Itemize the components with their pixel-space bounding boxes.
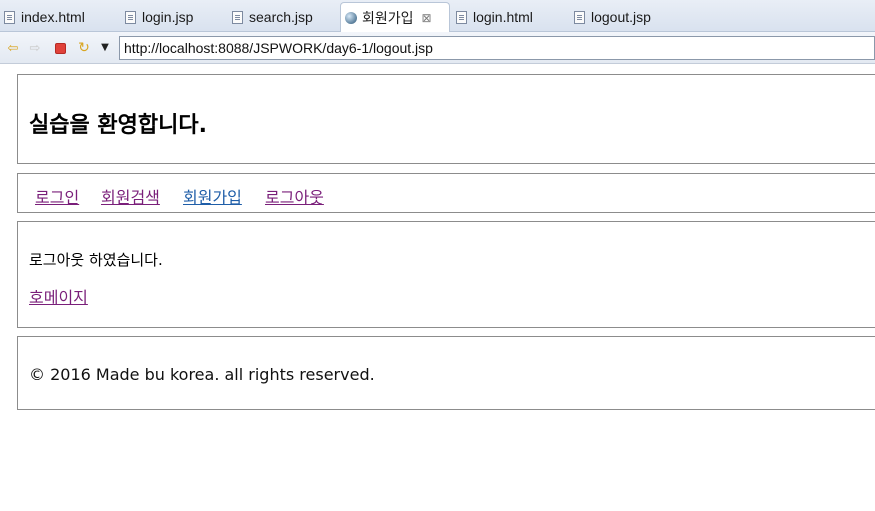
tab-login-jsp[interactable]: login.jsp [121,3,193,31]
home-link[interactable]: 호메이지 [29,284,88,308]
browser-tab-bar: index.html login.jsp search.jsp 회원가입 ⊠ l… [0,0,875,32]
forward-arrow-icon[interactable]: ⇨ [27,40,43,56]
file-icon [456,10,467,24]
copyright-text: © 2016 Made bu korea. all rights reserve… [29,365,375,384]
file-icon [4,10,15,24]
tab-label: search.jsp [249,9,313,25]
logout-message: 로그아웃 하였습니다. [29,251,163,269]
tab-search-jsp[interactable]: search.jsp [228,3,313,31]
nav-member-search-link[interactable]: 회원검색 [101,184,160,208]
tab-login-html[interactable]: login.html [452,3,533,31]
tab-label: logout.jsp [591,9,651,25]
url-input[interactable]: http://localhost:8088/JSPWORK/day6-1/log… [119,36,875,60]
main-content: 로그아웃 하였습니다. 호메이지 [17,221,875,328]
tab-index-html[interactable]: index.html [0,3,85,31]
page-header: 실습을 환영합니다. [17,74,875,164]
nav-menu: 로그인 회원검색 회원가입 로그아웃 [17,173,875,213]
refresh-icon[interactable]: ↻ [76,40,92,56]
tab-signup[interactable]: 회원가입 ⊠ [340,2,450,32]
nav-logout-link[interactable]: 로그아웃 [265,184,324,208]
back-arrow-icon[interactable]: ⇦ [5,40,21,56]
tab-label: login.jsp [142,9,194,25]
page-footer: © 2016 Made bu korea. all rights reserve… [17,336,875,410]
nav-signup-link[interactable]: 회원가입 [183,184,242,208]
globe-icon [345,11,357,24]
file-icon [125,10,136,24]
file-icon [232,10,243,24]
tab-logout-jsp[interactable]: logout.jsp [570,3,651,31]
tab-label: index.html [21,9,85,25]
tab-label: 회원가입 [362,9,414,26]
close-icon[interactable]: ⊠ [422,11,432,25]
file-icon [574,10,585,24]
address-toolbar: ⇦ ⇨ ↻ ▼ http://localhost:8088/JSPWORK/da… [0,32,875,64]
page-title: 실습을 환영합니다. [29,113,207,138]
tab-label: login.html [473,9,533,25]
nav-login-link[interactable]: 로그인 [35,184,79,208]
stop-icon[interactable] [52,40,68,56]
chevron-down-icon[interactable]: ▼ [97,40,113,56]
